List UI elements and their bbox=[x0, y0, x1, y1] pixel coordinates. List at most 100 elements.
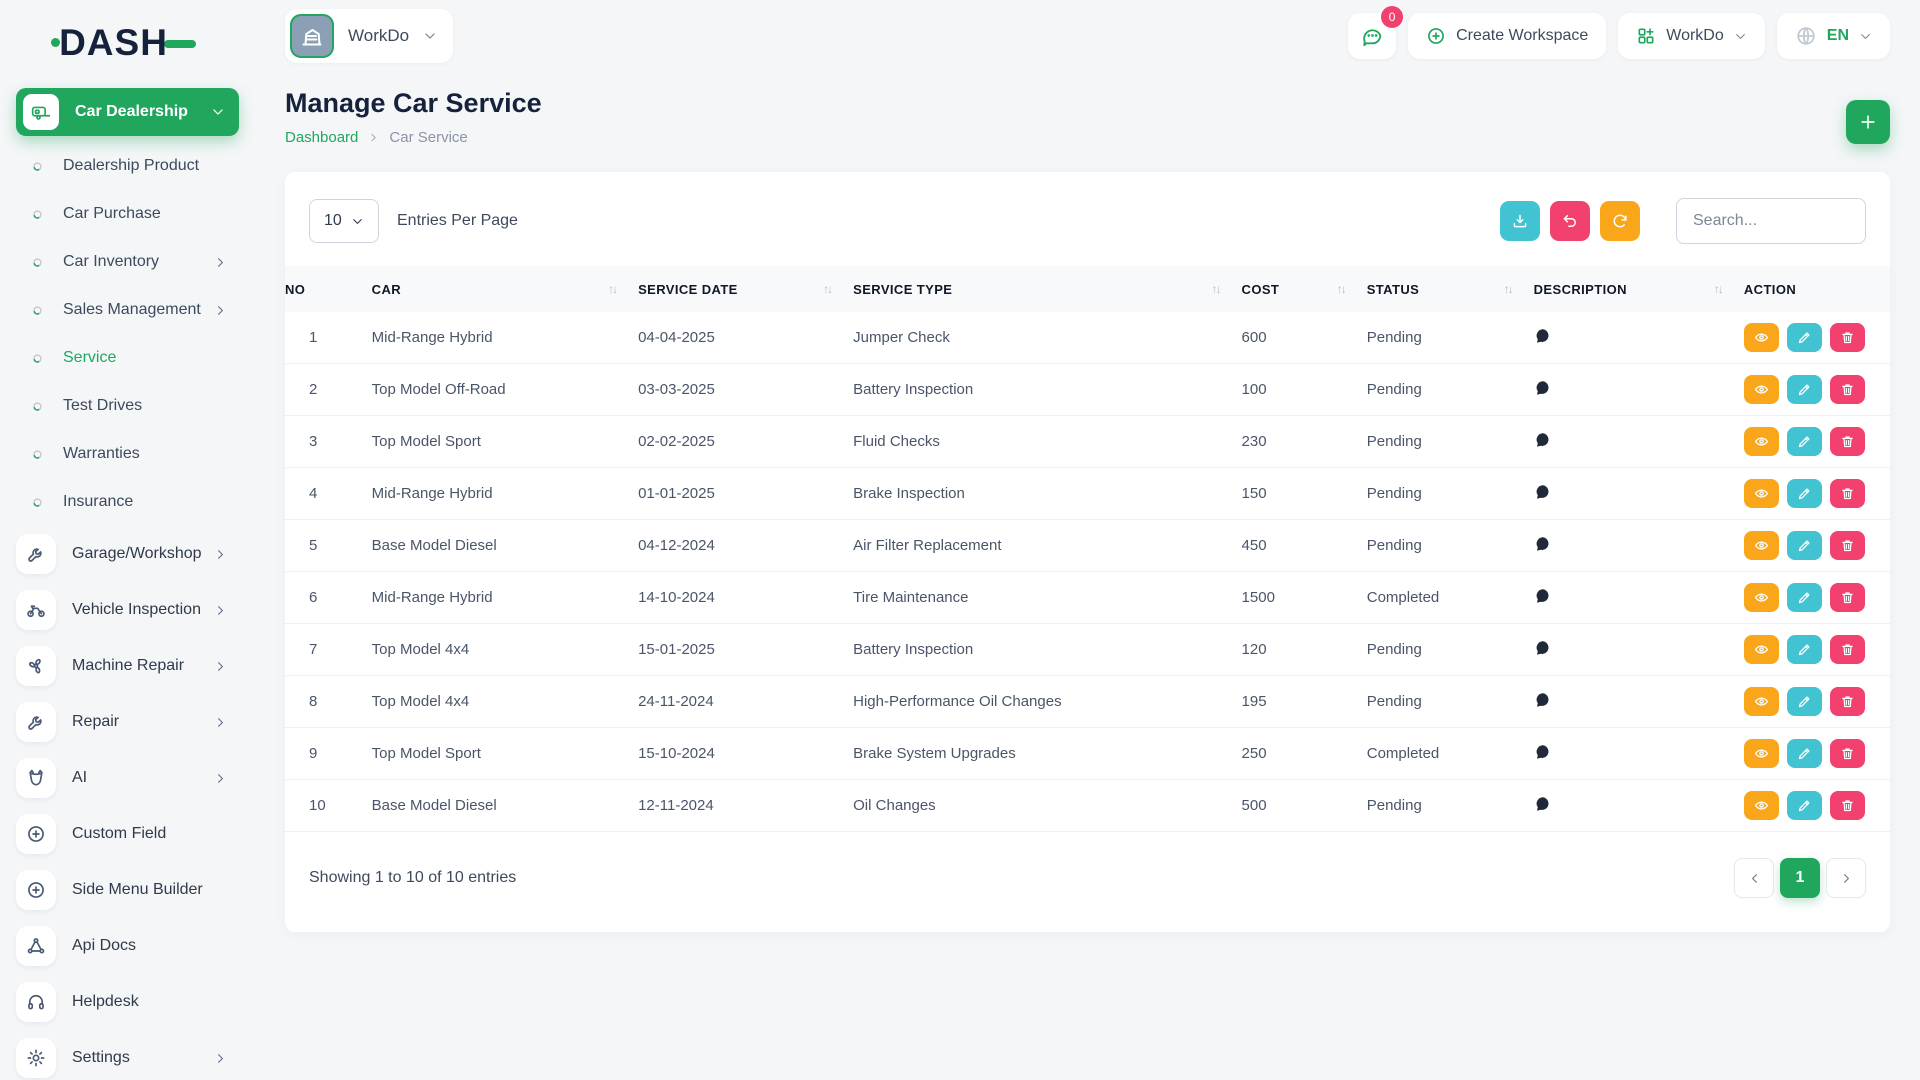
sort-icon[interactable]: ↑↓ bbox=[1337, 282, 1347, 296]
cell-service-date: 12-11-2024 bbox=[638, 797, 714, 814]
workspace-selector[interactable]: WorkDo bbox=[285, 9, 454, 63]
chat-bubble-icon[interactable] bbox=[1534, 743, 1552, 761]
view-button[interactable] bbox=[1743, 479, 1779, 508]
chat-bubble-icon[interactable] bbox=[1534, 379, 1552, 397]
sidebar-sub-item[interactable]: Car Purchase bbox=[0, 190, 255, 238]
entries-per-page-select[interactable]: 10 bbox=[309, 199, 379, 243]
sort-icon[interactable]: ↑↓ bbox=[1504, 282, 1514, 296]
sort-icon[interactable]: ↑↓ bbox=[1212, 282, 1222, 296]
sidebar-item[interactable]: Helpdesk bbox=[0, 974, 255, 1030]
sidebar-item-car-dealership[interactable]: Car Dealership bbox=[16, 88, 239, 136]
column-header-label: CAR bbox=[371, 281, 402, 297]
sidebar-sub-item[interactable]: Dealership Product bbox=[0, 142, 255, 190]
delete-button[interactable] bbox=[1829, 583, 1865, 612]
cell-car: Base Model Diesel bbox=[371, 797, 497, 814]
delete-button[interactable] bbox=[1829, 635, 1865, 664]
sidebar-sub-item[interactable]: Service bbox=[0, 334, 255, 382]
chat-bubble-icon[interactable] bbox=[1534, 431, 1552, 449]
sidebar-item[interactable]: Side Menu Builder bbox=[0, 862, 255, 918]
edit-button[interactable] bbox=[1786, 739, 1822, 768]
delete-button[interactable] bbox=[1829, 427, 1865, 456]
chat-bubble-icon[interactable] bbox=[1534, 327, 1552, 345]
sort-icon[interactable]: ↑↓ bbox=[823, 282, 833, 296]
chat-bubble-icon[interactable] bbox=[1534, 639, 1552, 657]
sidebar-item[interactable]: Machine Repair bbox=[0, 638, 255, 694]
chat-bubble-icon[interactable] bbox=[1534, 795, 1552, 813]
create-workspace-button[interactable]: Create Workspace bbox=[1408, 13, 1607, 59]
view-button[interactable] bbox=[1743, 583, 1779, 612]
view-button[interactable] bbox=[1743, 791, 1779, 820]
view-button[interactable] bbox=[1743, 375, 1779, 404]
delete-button[interactable] bbox=[1829, 323, 1865, 352]
grid-plus-icon bbox=[1636, 26, 1656, 46]
cell-cost: 450 bbox=[1241, 537, 1267, 554]
edit-button[interactable] bbox=[1786, 479, 1822, 508]
sidebar-sub-item[interactable]: Warranties bbox=[0, 430, 255, 478]
reset-button[interactable] bbox=[1550, 201, 1590, 241]
sort-icon[interactable]: ↑↓ bbox=[608, 282, 618, 296]
sidebar-item[interactable]: AI bbox=[0, 750, 255, 806]
edit-button[interactable] bbox=[1786, 791, 1822, 820]
chat-bubble-icon[interactable] bbox=[1534, 535, 1552, 553]
chat-bubble-icon[interactable] bbox=[1534, 483, 1552, 501]
view-button[interactable] bbox=[1743, 427, 1779, 456]
breadcrumb-dashboard-link[interactable]: Dashboard bbox=[285, 129, 358, 146]
delete-button[interactable] bbox=[1829, 739, 1865, 768]
sort-icon[interactable]: ↑↓ bbox=[1714, 282, 1724, 296]
cell-service-date: 24-11-2024 bbox=[638, 693, 714, 710]
trash-icon bbox=[1840, 486, 1855, 501]
delete-button[interactable] bbox=[1829, 687, 1865, 716]
chat-bubble-icon[interactable] bbox=[1534, 691, 1552, 709]
view-button[interactable] bbox=[1743, 687, 1779, 716]
edit-button[interactable] bbox=[1786, 635, 1822, 664]
page-1-button[interactable]: 1 bbox=[1780, 858, 1820, 898]
messages-button[interactable]: 0 bbox=[1348, 6, 1404, 59]
search-input[interactable] bbox=[1676, 198, 1866, 244]
sidebar-sub-item[interactable]: Sales Management bbox=[0, 286, 255, 334]
edit-button[interactable] bbox=[1786, 427, 1822, 456]
export-button[interactable] bbox=[1500, 201, 1540, 241]
workspace-switcher-button[interactable]: WorkDo bbox=[1618, 13, 1765, 59]
edit-button[interactable] bbox=[1786, 323, 1822, 352]
app-logo[interactable]: DASH bbox=[0, 14, 255, 72]
column-header-label: STATUS bbox=[1366, 281, 1420, 297]
delete-button[interactable] bbox=[1829, 375, 1865, 404]
pagination: 1 bbox=[1734, 858, 1866, 898]
delete-button[interactable] bbox=[1829, 479, 1865, 508]
sidebar-item[interactable]: Vehicle Inspection bbox=[0, 582, 255, 638]
cell-status: Completed bbox=[1366, 745, 1440, 762]
language-selector[interactable]: EN bbox=[1776, 13, 1890, 59]
next-page-button[interactable] bbox=[1826, 858, 1866, 898]
sidebar-item[interactable]: Settings bbox=[0, 1030, 255, 1080]
table-row: 3 Top Model Sport 02-02-2025 Fluid Check… bbox=[285, 416, 1890, 468]
edit-button[interactable] bbox=[1786, 375, 1822, 404]
delete-button[interactable] bbox=[1829, 531, 1865, 560]
sidebar-sub-item[interactable]: Insurance bbox=[0, 478, 255, 526]
view-button[interactable] bbox=[1743, 531, 1779, 560]
add-service-button[interactable] bbox=[1846, 100, 1890, 144]
refresh-button[interactable] bbox=[1600, 201, 1640, 241]
sidebar-item[interactable]: Custom Field bbox=[0, 806, 255, 862]
view-button[interactable] bbox=[1743, 323, 1779, 352]
edit-button[interactable] bbox=[1786, 687, 1822, 716]
previous-page-button[interactable] bbox=[1734, 858, 1774, 898]
main-content: WorkDo 0 Create Workspace WorkDo EN Mana… bbox=[255, 0, 1920, 962]
sidebar-main-menu: Garage/Workshop Vehicle Inspection Machi… bbox=[0, 526, 255, 1080]
sidebar-sub-item[interactable]: Test Drives bbox=[0, 382, 255, 430]
view-button[interactable] bbox=[1743, 635, 1779, 664]
breadcrumb: Dashboard Car Service bbox=[285, 129, 542, 146]
logo-accent-bar bbox=[163, 40, 196, 48]
sidebar-item[interactable]: Garage/Workshop bbox=[0, 526, 255, 582]
view-button[interactable] bbox=[1743, 739, 1779, 768]
table-row: 5 Base Model Diesel 04-12-2024 Air Filte… bbox=[285, 520, 1890, 572]
edit-button[interactable] bbox=[1786, 531, 1822, 560]
sidebar-item[interactable]: Repair bbox=[0, 694, 255, 750]
cell-status: Pending bbox=[1366, 797, 1422, 814]
edit-button[interactable] bbox=[1786, 583, 1822, 612]
sidebar-item-label: Settings bbox=[72, 1049, 130, 1066]
sidebar-item[interactable]: Api Docs bbox=[0, 918, 255, 974]
sidebar-sub-item[interactable]: Car Inventory bbox=[0, 238, 255, 286]
entries-per-page-value: 10 bbox=[324, 212, 342, 229]
chat-bubble-icon[interactable] bbox=[1534, 587, 1552, 605]
delete-button[interactable] bbox=[1829, 791, 1865, 820]
